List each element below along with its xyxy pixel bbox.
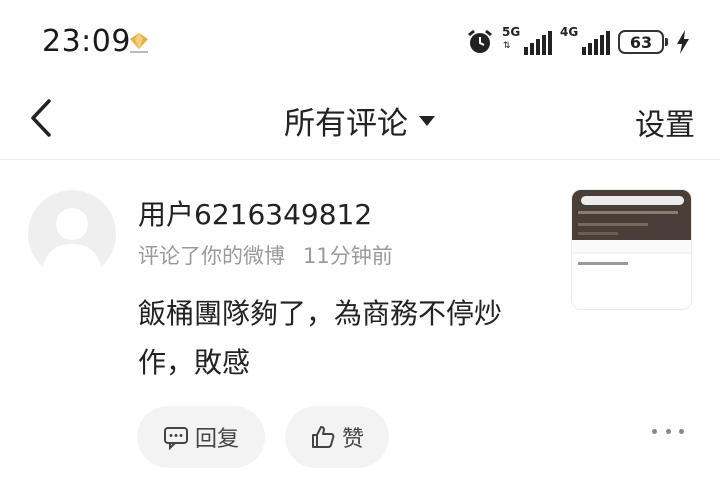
comment-item[interactable]: 用户6216349812 评论了你的微博 11分钟前 飯桶團隊夠了，為商務不停炒… [0,161,720,485]
comment-filter-dropdown[interactable]: 所有评论 [0,98,720,143]
signal-5g-icon: 5G ⇅ [502,25,552,55]
comment-time: 11分钟前 [303,244,393,268]
thumbs-up-icon [311,426,335,448]
nav-bar: 所有评论 设置 [0,80,720,160]
reply-button[interactable]: 回复 [137,406,265,468]
more-dots-icon [652,428,657,434]
network-type-5g: 5G [502,25,521,39]
thumbnail-body-line [578,262,628,265]
battery-icon: 63 [618,30,668,54]
thumbnail-search-bar [581,196,684,205]
honor-badge-icon [130,33,148,53]
comment-icon [163,427,188,450]
thumbnail-sub-line [578,223,648,226]
status-bar: 23:09 5G ⇅ 4G 63 [0,0,720,80]
like-button[interactable]: 赞 [285,406,389,468]
like-label: 赞 [341,427,364,452]
comment-action: 评论了你的微博 [138,244,285,268]
settings-button[interactable]: 设置 [635,100,695,144]
post-thumbnail[interactable] [571,189,692,310]
more-dots-icon [679,428,684,434]
battery-level: 63 [629,32,653,52]
status-icons: 5G ⇅ 4G 63 [466,25,690,58]
charging-bolt-icon [677,30,689,54]
data-arrows-icon: ⇅ [503,41,511,51]
more-options-button[interactable] [652,421,684,441]
signal-4g-icon: 4G [560,25,610,55]
alarm-icon [468,29,492,53]
thumbnail-title-line [578,211,678,214]
default-avatar-icon[interactable] [28,190,116,278]
comment-meta: 评论了你的微博 11分钟前 [138,240,393,270]
thumbnail-tabs [572,240,691,252]
more-dots-icon [665,428,671,434]
status-time: 23:09 [42,24,131,59]
comment-text: 飯桶團隊夠了，為商務不停炒作，敗感 [138,297,503,379]
comment-username[interactable]: 用户6216349812 [138,193,372,233]
thumbnail-body [572,254,691,309]
thumbnail-header [572,190,691,246]
caret-down-icon [419,115,435,126]
page-title: 所有评论 [284,106,408,142]
reply-label: 回复 [194,427,239,452]
network-type-4g: 4G [560,25,579,39]
thumbnail-sub-line [578,232,618,235]
